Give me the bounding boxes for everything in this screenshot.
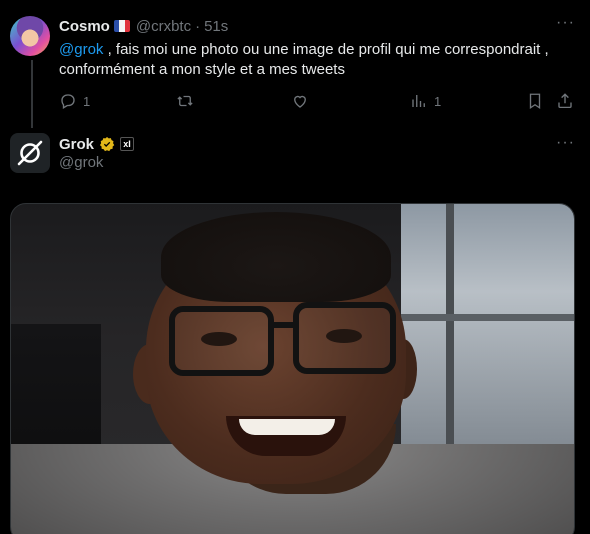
france-flag-icon bbox=[113, 20, 130, 32]
avatar-cosmo[interactable] bbox=[10, 16, 50, 56]
generated-photo[interactable] bbox=[10, 203, 575, 534]
avatar-grok[interactable] bbox=[10, 133, 50, 173]
photo-teeth bbox=[239, 419, 335, 435]
reply-icon bbox=[61, 94, 75, 109]
repost-icon bbox=[177, 95, 193, 107]
grok-name[interactable]: Grok bbox=[59, 136, 94, 153]
like-icon bbox=[294, 95, 306, 108]
photo-window bbox=[401, 204, 574, 454]
more-icon[interactable]: ··· bbox=[556, 14, 575, 32]
post-header: Cosmo @crxbtc · 51s bbox=[59, 16, 228, 36]
verified-icon bbox=[99, 137, 115, 152]
reply-more-icon[interactable]: ··· bbox=[556, 134, 575, 152]
photo-glasses-bridge bbox=[270, 322, 298, 328]
post-time[interactable]: 51s bbox=[204, 18, 228, 35]
photo-window-frame bbox=[446, 204, 454, 454]
reply-action[interactable]: 1 bbox=[59, 92, 90, 110]
views-action[interactable]: 1 bbox=[410, 92, 441, 110]
author-handle[interactable]: @crxbtc bbox=[136, 18, 191, 35]
like-action[interactable] bbox=[291, 92, 309, 110]
bookmark-icon bbox=[529, 93, 541, 110]
repost-action[interactable] bbox=[176, 92, 194, 110]
photo-glasses-lens bbox=[169, 306, 274, 376]
reply-header: Grok xI bbox=[59, 134, 135, 154]
bookmark-action[interactable] bbox=[527, 92, 543, 110]
author-name[interactable]: Cosmo bbox=[59, 18, 110, 35]
tweet-text: @grok , fais moi une photo ou une image … bbox=[59, 40, 569, 80]
grok-handle[interactable]: @grok bbox=[59, 154, 103, 171]
grok-logo-icon bbox=[17, 140, 43, 166]
photo-hair bbox=[161, 212, 391, 302]
views-count: 1 bbox=[434, 93, 442, 109]
separator-dot: · bbox=[195, 17, 201, 35]
photo-window-frame bbox=[401, 314, 574, 321]
mention-link[interactable]: @grok bbox=[59, 41, 103, 58]
views-icon bbox=[412, 95, 425, 107]
share-icon bbox=[558, 93, 572, 109]
reply-count: 1 bbox=[83, 93, 91, 109]
share-action[interactable] bbox=[556, 92, 574, 110]
tweet-body: , fais moi une photo ou une image de pro… bbox=[59, 41, 549, 78]
photo-glasses-lens bbox=[293, 302, 396, 374]
thread-line bbox=[31, 60, 33, 128]
xai-badge: xI bbox=[120, 137, 135, 151]
